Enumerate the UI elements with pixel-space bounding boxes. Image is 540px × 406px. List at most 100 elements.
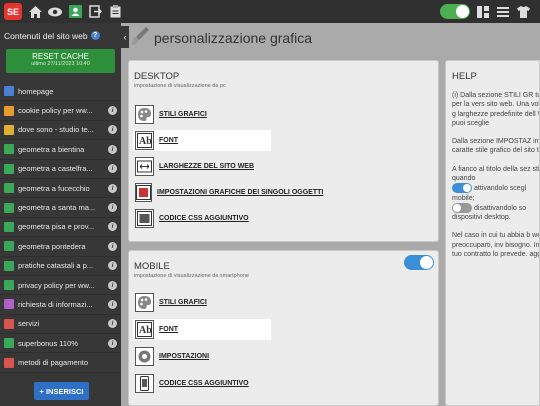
sidebar-item-label: geometra a fucecchio (18, 183, 90, 193)
user-card-icon[interactable] (68, 5, 82, 19)
sidebar-collapse-button[interactable]: ‹ (121, 26, 129, 48)
clipboard-icon[interactable] (108, 5, 122, 19)
help-text: dispositivi desktop. (452, 213, 511, 221)
sidebar-item[interactable]: richiesta di informazi... i (0, 295, 121, 315)
sidebar-item-label: geometra pisa e prov... (18, 222, 95, 232)
sidebar-item[interactable]: dove sono - studio te... i (0, 121, 121, 141)
help-icon[interactable]: ? (90, 31, 100, 40)
help-paragraph: Nel caso in cui tu abbia b web non preoc… (452, 232, 540, 258)
sidebar-title-text: Contenuti del sito web (4, 31, 88, 41)
help-paragraph: (i) Dalla sezione STILI GR tua attività,… (452, 92, 539, 127)
home-icon[interactable] (28, 5, 42, 19)
mobile-heading: MOBILE (134, 261, 170, 272)
info-icon[interactable]: i (108, 280, 117, 290)
option-link[interactable]: CODICE CSS AGGIUNTIVO (133, 208, 271, 229)
page-icon (4, 144, 14, 155)
phone-css-icon (135, 374, 154, 393)
desktop-heading: DESKTOP (134, 71, 180, 82)
option-link[interactable]: Ab FONT (133, 319, 271, 340)
sidebar-item[interactable]: servizi i (0, 315, 121, 335)
help-panel: HELP (i) Dalla sezione STILI GR tua atti… (445, 60, 540, 406)
sidebar-item-label: privacy policy per ww... (18, 280, 95, 290)
object-settings-icon (135, 183, 152, 202)
sidebar-item-label: richiesta di informazi... (18, 299, 93, 309)
reset-cache-button[interactable]: RESET CACHE ultimo 27/11/2023 10:40 (6, 49, 115, 73)
page-icon (4, 357, 14, 368)
sidebar-item[interactable]: geometra pontedera i (0, 237, 121, 257)
menu-icon[interactable] (496, 5, 510, 19)
insert-button[interactable]: + INSERISCI (34, 382, 89, 400)
page-icon (4, 299, 14, 310)
info-icon[interactable]: i (108, 241, 117, 251)
sidebar-item-label: geometra pontedera (18, 241, 86, 251)
help-text: mobile; (452, 194, 475, 202)
sidebar-item-label: geometra a santa ma... (18, 203, 96, 213)
sidebar-item[interactable]: geometra pisa e prov... i (0, 218, 121, 238)
shirt-icon[interactable] (516, 5, 530, 19)
page-icon (4, 163, 14, 174)
sidebar-item[interactable]: geometra a bientina i (0, 140, 121, 160)
help-text: A fianco al titolo della sez stile da mo… (452, 165, 540, 183)
exit-icon[interactable] (88, 5, 102, 19)
info-icon[interactable]: i (108, 144, 117, 154)
sidebar-item[interactable]: homepage (0, 82, 121, 102)
option-link[interactable]: LARGHEZZE DEL SITO WEB (133, 156, 271, 177)
option-link[interactable]: IMPOSTAZIONI (133, 346, 271, 367)
info-icon[interactable]: i (108, 203, 117, 213)
help-text: disattivandolo so (474, 204, 527, 212)
page-icon (4, 318, 14, 329)
info-icon[interactable]: i (108, 338, 117, 348)
sidebar-item[interactable]: privacy policy per ww... i (0, 276, 121, 296)
option-label: CODICE CSS AGGIUNTIVO (159, 380, 249, 387)
help-paragraph: Dalla sezione IMPOSTAZ impostare colori … (452, 138, 540, 155)
option-link[interactable]: IMPOSTAZIONI GRAFICHE DEI SINGOLI OGGETT… (133, 182, 323, 203)
layout-icon[interactable] (476, 5, 490, 19)
sidebar-item-label: pratiche catastali a p... (18, 261, 94, 271)
sidebar-item-label: cookie policy per ww... (18, 106, 93, 116)
option-link[interactable]: STILI GRAFICI (133, 292, 271, 313)
sidebar-item[interactable]: geometra a fucecchio i (0, 179, 121, 199)
app-logo[interactable]: SE (4, 3, 22, 20)
font-icon: Ab (135, 320, 154, 339)
sidebar-item[interactable]: geometra a castelfra... i (0, 160, 121, 179)
sidebar-item-label: homepage (18, 86, 54, 96)
page-icon (4, 183, 14, 194)
mobile-toggle[interactable] (404, 255, 434, 270)
sidebar-item[interactable]: pratiche catastali a p... i (0, 257, 121, 276)
info-icon[interactable]: i (108, 125, 117, 135)
option-label: IMPOSTAZIONI GRAFICHE DEI SINGOLI OGGETT… (157, 189, 324, 196)
option-label: FONT (159, 326, 179, 333)
page-title: personalizzazione grafica (130, 26, 312, 49)
phone-settings-icon (135, 347, 154, 366)
page-title-text: personalizzazione grafica (154, 29, 312, 46)
top-bar: SE (0, 0, 540, 23)
option-link[interactable]: Ab FONT (133, 130, 271, 151)
sidebar-item-label: geometra a bientina (18, 144, 85, 154)
sidebar-item[interactable]: geometra a santa ma... i (0, 198, 121, 218)
info-icon[interactable]: i (108, 183, 117, 193)
info-icon[interactable]: i (108, 319, 117, 329)
sidebar-item-label: dove sono - studio te... (18, 125, 94, 135)
toggle-on-icon (452, 183, 472, 194)
option-link[interactable]: STILI GRAFICI (133, 104, 271, 125)
info-icon[interactable]: i (108, 106, 117, 116)
page-list: homepage cookie policy per ww... i dove son… (0, 82, 121, 373)
info-icon[interactable]: i (108, 222, 117, 232)
page-icon (4, 338, 14, 349)
sidebar-item[interactable]: metodi di pagamento (0, 353, 121, 373)
mobile-panel: MOBILE impostazione di visualizzazione d… (128, 250, 439, 406)
sidebar-item[interactable]: cookie policy per ww... i (0, 101, 121, 121)
sidebar-item[interactable]: superbonus 110% i (0, 334, 121, 354)
toggle-off-icon (452, 202, 472, 213)
eye-icon[interactable] (48, 5, 62, 19)
page-icon (4, 202, 14, 213)
topbar-toggle[interactable] (440, 4, 470, 19)
option-label: STILI GRAFICI (159, 299, 207, 306)
info-icon[interactable]: i (108, 164, 117, 174)
option-link[interactable]: CODICE CSS AGGIUNTIVO (133, 373, 271, 394)
info-icon[interactable]: i (108, 261, 117, 271)
info-icon[interactable]: i (108, 299, 117, 309)
brush-icon (130, 26, 150, 49)
sidebar-item-label: servizi (18, 319, 40, 329)
palette-icon (135, 293, 154, 312)
